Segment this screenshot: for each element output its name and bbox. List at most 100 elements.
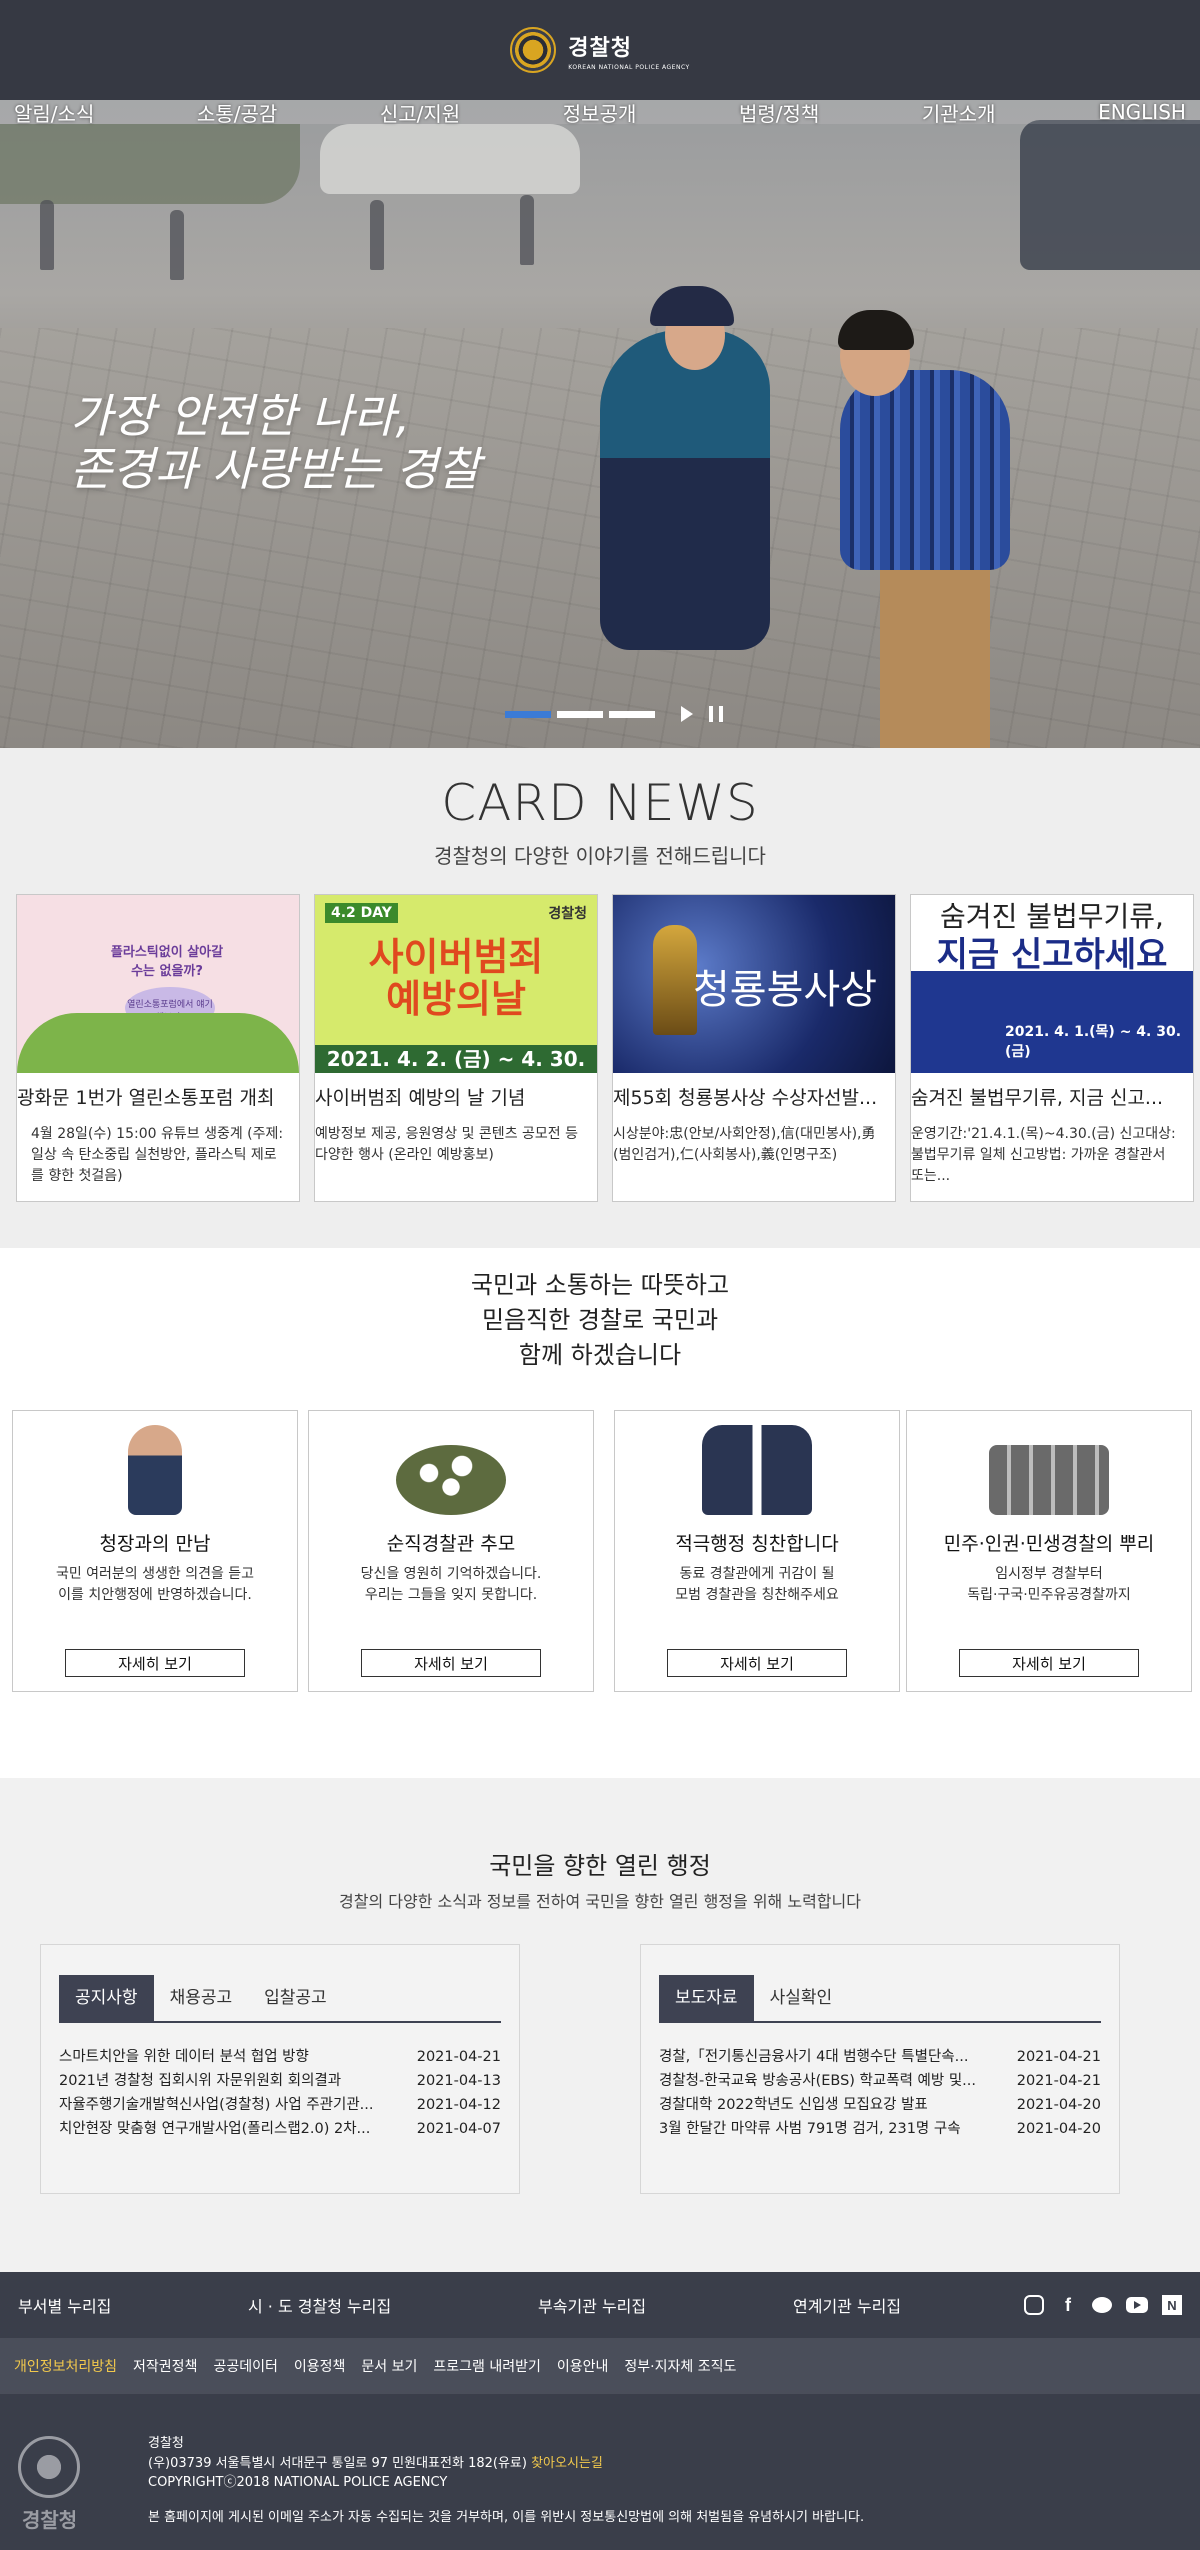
nav-item-english[interactable]: ENGLISH [1098, 100, 1186, 124]
card-news-image: 청룡봉사상 [613, 895, 895, 1073]
card-news-item[interactable]: 숨겨진 불법무기류, 지금 신고하세요 2021. 4. 1.(목) ~ 4. … [910, 894, 1194, 1202]
card-news-desc: 시상분야:忠(안보/사회안정),信(대민봉사),勇(범인검거),仁(사회봉사),… [613, 1126, 876, 1163]
logo-subtitle: KOREAN NATIONAL POLICE AGENCY [568, 63, 690, 71]
provincial-sites-dropdown[interactable]: 시 · 도 경찰청 누리집 [248, 2293, 538, 2317]
hero-slogan-line2: 존경과 사랑받는 경찰 [70, 442, 481, 497]
footer-email-warning: 본 홈페이지에 게시된 이메일 주소가 자동 수집되는 것을 거부하며, 이를 … [148, 2510, 865, 2525]
footer-policy-links: 개인정보처리방침 저작권정책 공공데이터 이용정책 문서 보기 프로그램 내려받… [0, 2338, 1200, 2394]
card-news-subtitle: 경찰청의 다양한 이야기를 전해드립니다 [434, 844, 766, 868]
footer-address: 경찰청 (우)03739 서울특별시 서대문구 통일로 97 민원대표전화 18… [148, 2436, 603, 2490]
usage-guide-link[interactable]: 이용안내 [557, 2356, 609, 2376]
list-item[interactable]: 스마트치안을 위한 데이터 분석 협업 방향 2021-04-21 [59, 2045, 501, 2069]
youtube-icon[interactable] [1126, 2297, 1148, 2313]
program-download-link[interactable]: 프로그램 내려받기 [433, 2356, 541, 2376]
list-item[interactable]: 자율주행기술개발혁신사업(경찰청) 사업 주관기관... 2021-04-12 [59, 2093, 501, 2117]
nav-item-report[interactable]: 신고/지원 [380, 98, 460, 127]
footer-emblem-label: 경찰청 [22, 2508, 78, 2532]
directions-link[interactable]: 찾아오시는길 [531, 2456, 603, 2471]
card-news-item[interactable]: 플라스틱없이 살아갈 수는 없을까? 열린소통포럼에서 얘기해보자! 광화문 1… [16, 894, 300, 1202]
linked-sites-dropdown[interactable]: 연계기관 누리집 [793, 2293, 901, 2317]
nav-item-communication[interactable]: 소통/공감 [197, 98, 277, 127]
nav-item-info-disclosure[interactable]: 정보공개 [563, 98, 637, 127]
dept-sites-dropdown[interactable]: 부서별 누리집 [18, 2293, 248, 2317]
nav-item-about[interactable]: 기관소개 [922, 98, 996, 127]
list-item[interactable]: 3월 한달간 마약류 사범 791명 검거, 231명 구속 2021-04-20 [659, 2117, 1101, 2141]
footer-site-links: 부서별 누리집 시 · 도 경찰청 누리집 부속기관 누리집 연계기관 누리집 … [0, 2272, 1200, 2338]
press-board: 보도자료 사실확인 경찰,「전기통신금융사기 4대 범행수단 특별단속... 20… [640, 1944, 1120, 2194]
police-emblem-icon [510, 27, 557, 73]
commissioner-photo [128, 1425, 182, 1515]
list-item[interactable]: 경찰청-한국교육 방송공사(EBS) 학교폭력 예방 및... 2021-04-2… [659, 2069, 1101, 2093]
card-news-desc: 운영기간:'21.4.1.(목)~4.30.(금) 신고대상: 불법무기류 일체… [911, 1126, 1176, 1184]
tab-notices[interactable]: 공지사항 [59, 1975, 154, 2021]
tab-fact-check[interactable]: 사실확인 [754, 1975, 849, 2021]
details-button[interactable]: 자세히 보기 [667, 1649, 847, 1677]
list-item[interactable]: 경찰,「전기통신금융사기 4대 범행수단 특별단속... 2021-04-21 [659, 2045, 1101, 2069]
card-news-item[interactable]: 청룡봉사상 제55회 청룡봉사상 수상자선발... 시상분야:忠(안보/사회안정… [612, 894, 896, 1202]
card-news-image: 플라스틱없이 살아갈 수는 없을까? 열린소통포럼에서 얘기해보자! [17, 895, 299, 1073]
hero-banner: 가장 안전한 나라, 존경과 사랑받는 경찰 [0, 100, 1200, 748]
gov-org-chart-link[interactable]: 정부·지자체 조직도 [624, 2356, 736, 2376]
details-button[interactable]: 자세히 보기 [361, 1649, 541, 1677]
social-links: f N [1024, 2295, 1182, 2315]
details-button[interactable]: 자세히 보기 [65, 1649, 245, 1677]
tab-recruitment[interactable]: 채용공고 [154, 1975, 249, 2021]
pledge-section: 국민과 소통하는 따뜻하고 믿음직한 경찰로 국민과 함께 하겠습니다 청장과의… [0, 1248, 1200, 1778]
facebook-icon[interactable]: f [1058, 2295, 1078, 2315]
site-header: 경찰청 KOREAN NATIONAL POLICE AGENCY [0, 0, 1200, 100]
notice-tabs: 공지사항 채용공고 입찰공고 [59, 1975, 501, 2023]
footer-info: 경찰청 경찰청 (우)03739 서울특별시 서대문구 통일로 97 민원대표전… [0, 2394, 1200, 2550]
flowers-image [396, 1445, 506, 1515]
pause-icon[interactable] [709, 706, 723, 722]
main-nav: 알림/소식 소통/공감 신고/지원 정보공개 법령/정책 기관소개 ENGLIS… [0, 98, 1200, 127]
privacy-policy-link[interactable]: 개인정보처리방침 [14, 2356, 117, 2376]
card-news-title: 숨겨진 불법무기류, 지금 신고... [911, 1087, 1164, 1109]
logo-title: 경찰청 [568, 35, 633, 61]
press-tabs: 보도자료 사실확인 [659, 1975, 1101, 2023]
pledge-card-memorial: 순직경찰관 추모 당신을 영원히 기억하겠습니다. 우리는 그들을 잊지 못합니… [308, 1410, 594, 1692]
card-news-desc: 예방정보 제공, 응원영상 및 콘텐츠 공모전 등 다양한 행사 (온라인 예방… [315, 1126, 578, 1163]
card-news-desc: 4월 28일(수) 15:00 유튜브 생중계 (주제:일상 속 탄소중립 실천… [31, 1126, 284, 1184]
trophy-icon [653, 925, 697, 1035]
notice-board: 공지사항 채용공고 입찰공고 스마트치안을 위한 데이터 분석 협업 방향 202… [40, 1944, 520, 2194]
nav-item-notice[interactable]: 알림/소식 [14, 98, 94, 127]
hero-slogan-line1: 가장 안전한 나라, [70, 389, 411, 443]
instagram-icon[interactable] [1024, 2295, 1044, 2315]
list-item[interactable]: 치안현장 맞춤형 연구개발사업(폴리스랩2.0) 2차... 2021-04-07 [59, 2117, 501, 2141]
card-news-image: 4.2 DAY 경찰청 사이버범죄 예방의날 2021. 4. 2. (금) ~… [315, 895, 597, 1073]
slide-indicator-1[interactable] [505, 710, 551, 718]
police-emblem-icon [18, 2436, 80, 2498]
document-viewer-link[interactable]: 문서 보기 [361, 2356, 417, 2376]
card-news-item[interactable]: 4.2 DAY 경찰청 사이버범죄 예방의날 2021. 4. 2. (금) ~… [314, 894, 598, 1202]
play-icon[interactable] [681, 706, 693, 722]
historical-photo [989, 1445, 1109, 1515]
hero-child [840, 370, 1010, 570]
pledge-card-praise: 적극행정 칭찬합니다 동료 경찰관에게 귀감이 될 모범 경찰관을 칭찬해주세요… [614, 1410, 900, 1692]
hero-slide-controls [505, 706, 723, 722]
details-button[interactable]: 자세히 보기 [959, 1649, 1139, 1677]
open-admin-title: 국민을 향한 열린 행정 [489, 1852, 711, 1880]
open-admin-subtitle: 경찰의 다양한 소식과 정보를 전하여 국민을 향한 열린 행정을 위해 노력합… [339, 1892, 861, 1911]
slide-indicator-2[interactable] [557, 710, 603, 718]
slide-indicator-3[interactable] [609, 710, 655, 718]
site-logo[interactable]: 경찰청 KOREAN NATIONAL POLICE AGENCY [510, 27, 689, 73]
pledge-card-commissioner: 청장과의 만남 국민 여러분의 생생한 의견을 듣고 이를 치안행정에 반영하겠… [12, 1410, 298, 1692]
kakao-talk-icon[interactable] [1092, 2297, 1112, 2313]
pledge-card-roots: 민주·인권·민생경찰의 뿌리 임시정부 경찰부터 독립·구국·민주유공경찰까지 … [906, 1410, 1192, 1692]
naver-icon[interactable]: N [1162, 2295, 1182, 2315]
list-item[interactable]: 경찰대학 2022학년도 신입생 모집요강 발표 2021-04-20 [659, 2093, 1101, 2117]
hero-officer [600, 330, 770, 650]
hero-slogan: 가장 안전한 나라, 존경과 사랑받는 경찰 [70, 389, 481, 497]
card-news-image: 숨겨진 불법무기류, 지금 신고하세요 2021. 4. 1.(목) ~ 4. … [911, 895, 1193, 1073]
tab-bids[interactable]: 입찰공고 [248, 1975, 343, 2021]
usage-policy-link[interactable]: 이용정책 [294, 2356, 346, 2376]
affiliated-sites-dropdown[interactable]: 부속기관 누리집 [538, 2293, 793, 2317]
pledge-title: 국민과 소통하는 따뜻하고 믿음직한 경찰로 국민과 함께 하겠습니다 [470, 1271, 730, 1369]
public-data-link[interactable]: 공공데이터 [213, 2356, 277, 2376]
card-news-title: 제55회 청룡봉사상 수상자선발... [613, 1087, 878, 1109]
card-news-title: 광화문 1번가 열린소통포럼 개최 [17, 1087, 275, 1109]
list-item[interactable]: 2021년 경찰청 집회시위 자문위원회 회의결과 2021-04-13 [59, 2069, 501, 2093]
copyright-policy-link[interactable]: 저작권정책 [133, 2356, 197, 2376]
nav-item-law-policy[interactable]: 법령/정책 [739, 98, 819, 127]
tab-press-releases[interactable]: 보도자료 [659, 1975, 754, 2021]
